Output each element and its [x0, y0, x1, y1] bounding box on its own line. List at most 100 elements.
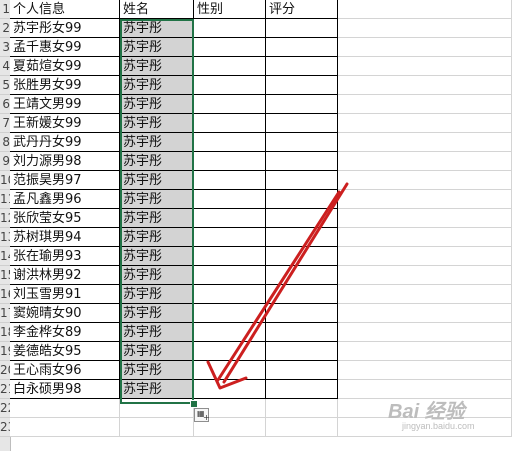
- name-cell[interactable]: 苏宇彤: [120, 342, 194, 361]
- name-cell[interactable]: 苏宇彤: [120, 57, 194, 76]
- empty-cell[interactable]: [338, 342, 512, 361]
- empty-cell[interactable]: [194, 285, 266, 304]
- empty-cell[interactable]: [266, 133, 338, 152]
- empty-cell[interactable]: [266, 38, 338, 57]
- empty-cell[interactable]: [266, 228, 338, 247]
- empty-cell[interactable]: [338, 266, 512, 285]
- empty-cell[interactable]: [338, 114, 512, 133]
- empty-cell[interactable]: [266, 76, 338, 95]
- info-cell[interactable]: 姜德皓女95: [10, 342, 120, 361]
- empty-cell[interactable]: [266, 266, 338, 285]
- header-cell[interactable]: 评分: [266, 0, 338, 19]
- info-cell[interactable]: 张欣莹女95: [10, 209, 120, 228]
- row-number[interactable]: 11: [0, 190, 10, 209]
- name-cell[interactable]: 苏宇彤: [120, 304, 194, 323]
- name-cell[interactable]: 苏宇彤: [120, 247, 194, 266]
- info-cell[interactable]: 王心雨女96: [10, 361, 120, 380]
- empty-cell[interactable]: [338, 38, 512, 57]
- empty-cell[interactable]: [194, 95, 266, 114]
- name-cell[interactable]: 苏宇彤: [120, 38, 194, 57]
- name-cell[interactable]: 苏宇彤: [120, 323, 194, 342]
- name-cell[interactable]: 苏宇彤: [120, 266, 194, 285]
- name-cell[interactable]: 苏宇彤: [120, 19, 194, 38]
- row-number[interactable]: 22: [0, 399, 10, 418]
- name-cell[interactable]: 苏宇彤: [120, 209, 194, 228]
- info-cell[interactable]: 苏宇彤女99: [10, 19, 120, 38]
- row-number[interactable]: 10: [0, 171, 10, 190]
- empty-cell[interactable]: [194, 152, 266, 171]
- empty-cell[interactable]: [10, 418, 120, 437]
- empty-cell[interactable]: [338, 152, 512, 171]
- empty-cell[interactable]: [194, 380, 266, 399]
- header-cell[interactable]: 个人信息: [10, 0, 120, 19]
- quick-analysis-icon[interactable]: ▦ +: [194, 408, 210, 422]
- info-cell[interactable]: 张胜男女99: [10, 76, 120, 95]
- row-number[interactable]: 17: [0, 304, 10, 323]
- info-cell[interactable]: 张在瑜男93: [10, 247, 120, 266]
- name-cell[interactable]: 苏宇彤: [120, 190, 194, 209]
- empty-cell[interactable]: [266, 95, 338, 114]
- name-cell[interactable]: 苏宇彤: [120, 171, 194, 190]
- empty-cell[interactable]: [338, 285, 512, 304]
- empty-cell[interactable]: [338, 209, 512, 228]
- empty-cell[interactable]: [266, 152, 338, 171]
- row-number[interactable]: 7: [0, 114, 10, 133]
- row-number[interactable]: 14: [0, 247, 10, 266]
- name-cell[interactable]: 苏宇彤: [120, 228, 194, 247]
- empty-cell[interactable]: [338, 304, 512, 323]
- empty-cell[interactable]: [194, 38, 266, 57]
- empty-cell[interactable]: [338, 361, 512, 380]
- name-cell[interactable]: 苏宇彤: [120, 133, 194, 152]
- name-cell[interactable]: 苏宇彤: [120, 380, 194, 399]
- empty-cell[interactable]: [266, 418, 338, 437]
- empty-cell[interactable]: [338, 190, 512, 209]
- header-cell[interactable]: 性别: [194, 0, 266, 19]
- empty-cell[interactable]: [194, 76, 266, 95]
- empty-cell[interactable]: [120, 399, 194, 418]
- empty-cell[interactable]: [266, 361, 338, 380]
- name-cell[interactable]: 苏宇彤: [120, 76, 194, 95]
- row-number[interactable]: 5: [0, 76, 10, 95]
- empty-cell[interactable]: [338, 19, 512, 38]
- row-number[interactable]: 1: [0, 0, 10, 19]
- empty-cell[interactable]: [338, 323, 512, 342]
- row-number[interactable]: 4: [0, 57, 10, 76]
- empty-cell[interactable]: [194, 323, 266, 342]
- name-cell[interactable]: 苏宇彤: [120, 152, 194, 171]
- empty-cell[interactable]: [194, 171, 266, 190]
- empty-cell[interactable]: [194, 342, 266, 361]
- row-number[interactable]: 13: [0, 228, 10, 247]
- empty-cell[interactable]: [266, 190, 338, 209]
- info-cell[interactable]: 王靖文男99: [10, 95, 120, 114]
- empty-cell[interactable]: [194, 209, 266, 228]
- row-number[interactable]: 2: [0, 19, 10, 38]
- empty-cell[interactable]: [194, 228, 266, 247]
- empty-cell[interactable]: [338, 76, 512, 95]
- row-number[interactable]: 23: [0, 418, 10, 437]
- row-number[interactable]: 15: [0, 266, 10, 285]
- info-cell[interactable]: 李金桦女89: [10, 323, 120, 342]
- empty-cell[interactable]: [338, 0, 512, 19]
- row-number[interactable]: 6: [0, 95, 10, 114]
- empty-cell[interactable]: [194, 57, 266, 76]
- empty-cell[interactable]: [10, 399, 120, 418]
- empty-cell[interactable]: [194, 133, 266, 152]
- info-cell[interactable]: 范振昊男97: [10, 171, 120, 190]
- row-number[interactable]: 18: [0, 323, 10, 342]
- empty-cell[interactable]: [194, 304, 266, 323]
- row-number[interactable]: 8: [0, 133, 10, 152]
- empty-cell[interactable]: [338, 171, 512, 190]
- empty-cell[interactable]: [194, 190, 266, 209]
- empty-cell[interactable]: [266, 57, 338, 76]
- empty-cell[interactable]: [194, 247, 266, 266]
- empty-cell[interactable]: [120, 418, 194, 437]
- info-cell[interactable]: 苏树琪男94: [10, 228, 120, 247]
- row-number[interactable]: 21: [0, 380, 10, 399]
- empty-cell[interactable]: [338, 95, 512, 114]
- empty-cell[interactable]: [266, 399, 338, 418]
- info-cell[interactable]: 武丹丹女99: [10, 133, 120, 152]
- name-cell[interactable]: 苏宇彤: [120, 95, 194, 114]
- empty-cell[interactable]: [338, 57, 512, 76]
- empty-cell[interactable]: [266, 247, 338, 266]
- info-cell[interactable]: 刘玉雪男91: [10, 285, 120, 304]
